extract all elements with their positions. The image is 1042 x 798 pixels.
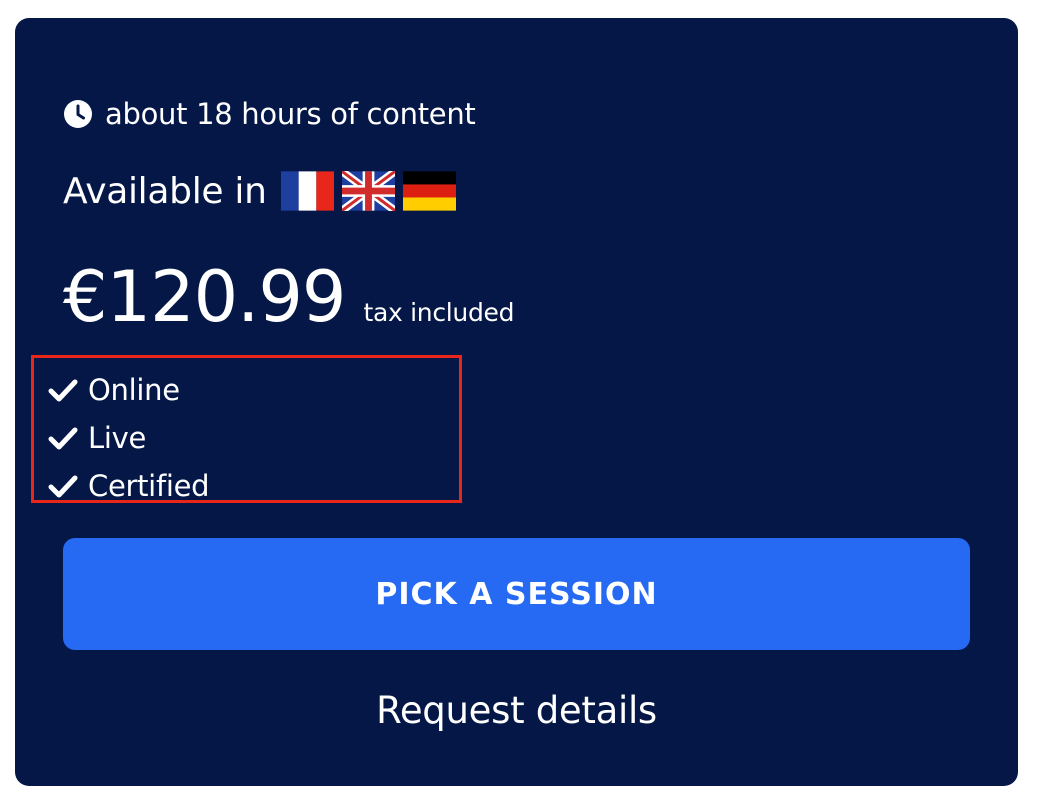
- available-languages: Available in: [63, 168, 464, 214]
- uk-flag-icon[interactable]: [341, 171, 395, 211]
- german-flag-icon[interactable]: [402, 171, 456, 211]
- duration-row: about 18 hours of content: [63, 94, 476, 134]
- french-flag-icon[interactable]: [280, 171, 334, 211]
- features-highlight-box: Online Live Certified: [31, 355, 462, 503]
- check-icon: [48, 425, 78, 451]
- price-row: €120.99 tax included: [63, 256, 514, 356]
- features-list: Online Live Certified: [34, 358, 459, 510]
- feature-online: Online: [48, 366, 459, 414]
- feature-label: Online: [88, 373, 180, 407]
- tax-note: tax included: [363, 298, 515, 327]
- feature-live: Live: [48, 414, 459, 462]
- duration-text: about 18 hours of content: [105, 97, 476, 131]
- price: €120.99: [63, 256, 346, 338]
- check-icon: [48, 473, 78, 499]
- feature-label: Certified: [88, 469, 210, 503]
- feature-label: Live: [88, 421, 147, 455]
- available-label: Available in: [63, 170, 267, 212]
- clock-icon: [63, 99, 93, 129]
- course-card: about 18 hours of content Available in €…: [15, 18, 1018, 786]
- pick-session-button[interactable]: PICK A SESSION: [63, 538, 970, 650]
- request-details-link[interactable]: Request details: [63, 682, 970, 738]
- check-icon: [48, 377, 78, 403]
- feature-certified: Certified: [48, 462, 459, 510]
